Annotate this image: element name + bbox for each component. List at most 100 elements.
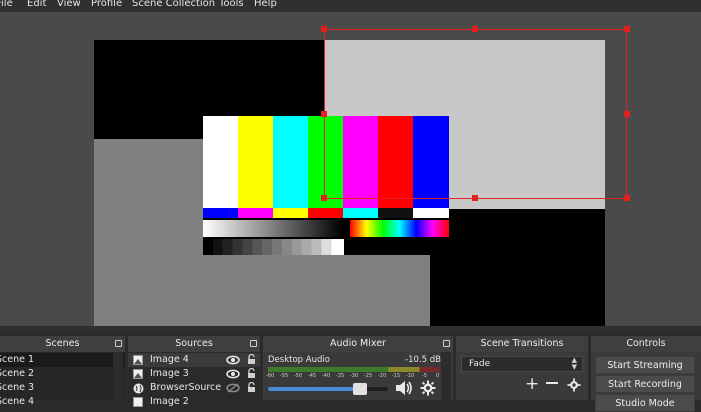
controls-panel: Start Streaming Start Recording Studio M… (591, 352, 701, 412)
resize-handle-top-left[interactable] (321, 26, 327, 32)
volume-slider-handle[interactable] (353, 383, 367, 395)
source-item-label: Image 3 (150, 368, 189, 379)
reverse-bar-white (413, 208, 449, 218)
rainbow-gradient (350, 220, 449, 237)
scale-label: -30 (350, 373, 359, 379)
menu-profile[interactable]: Profile (91, 0, 122, 9)
source-item-label: Image 2 (150, 396, 189, 407)
source-item-label: BrowserSource (150, 382, 222, 393)
scene-item-3[interactable]: Scene 3 (0, 381, 125, 395)
image-icon (133, 369, 143, 379)
source-selection-box[interactable] (324, 29, 627, 199)
transitions-panel: Fade ▲ ▼ + (456, 352, 588, 400)
scene-item-1[interactable]: Scene 1 (0, 353, 125, 367)
resize-handle-middle-right[interactable] (624, 111, 630, 117)
add-icon[interactable]: + (525, 376, 539, 393)
source-item-image-4[interactable]: Image 4 (128, 353, 260, 367)
scene-transitions-dock: Scene Transitions Fade ▲ ▼ + (456, 336, 588, 400)
source-item-image-2[interactable]: Image 2 (128, 395, 260, 409)
volume-slider-fill (268, 387, 360, 391)
scale-label: -50 (294, 373, 303, 379)
audio-mixer-panel: Desktop Audio -10.5 dB -60 -55 -50 -45 -… (263, 352, 453, 400)
reverse-bar-yellow (273, 208, 308, 218)
scenes-list: Scene 1 Scene 2 Scene 3 Scene 4 (0, 352, 125, 407)
scale-label: -55 (280, 373, 289, 379)
menu-edit[interactable]: Edit (27, 0, 46, 9)
resize-handle-bottom-right[interactable] (624, 195, 630, 201)
reverse-bar-cyan (343, 208, 378, 218)
audio-mixer-dock: Audio Mixer Desktop Audio -10.5 dB -60 -… (263, 336, 453, 400)
remove-icon[interactable] (546, 382, 558, 384)
scale-label: -15 (392, 373, 401, 379)
scene-item-4[interactable]: Scene 4 (0, 395, 125, 409)
audio-level-readout: -10.5 dB (405, 355, 441, 365)
reverse-bar-red (308, 208, 343, 218)
dock-float-icon[interactable] (250, 340, 257, 347)
bar-white (203, 116, 238, 208)
scene-transitions-title: Scene Transitions (456, 336, 588, 352)
gray-gradient (203, 220, 343, 237)
image-icon (133, 355, 143, 365)
resize-handle-top-center[interactable] (472, 26, 478, 32)
scale-label: -10 (406, 373, 415, 379)
gear-icon[interactable] (567, 377, 581, 396)
dock-separator (0, 326, 701, 332)
scene-item-label: Scene 2 (0, 368, 35, 379)
reverse-bar-black (378, 208, 413, 218)
transition-selected-value: Fade (469, 359, 491, 369)
scale-label: -45 (308, 373, 317, 379)
scenes-dock: Scenes Scene 1 Scene 2 Scene 3 Scene 4 (0, 336, 125, 407)
source-item-image-3[interactable]: Image 3 (128, 367, 260, 381)
audio-mixer-scrollbar[interactable] (441, 352, 451, 400)
scene-item-label: Scene 1 (0, 354, 35, 365)
resize-handle-bottom-left[interactable] (321, 195, 327, 201)
reverse-bar-blue (203, 208, 238, 218)
scenes-scrollbar[interactable] (113, 352, 123, 400)
menu-help[interactable]: Help (254, 0, 277, 9)
transition-select[interactable]: Fade ▲ ▼ (461, 356, 583, 372)
dock-float-icon[interactable] (443, 340, 450, 347)
audio-channel-name: Desktop Audio (268, 355, 330, 365)
image-icon (133, 397, 143, 407)
start-streaming-button[interactable]: Start Streaming (595, 356, 695, 374)
menu-file[interactable]: File (0, 0, 13, 9)
resize-handle-top-right[interactable] (624, 26, 630, 32)
speaker-icon[interactable] (395, 380, 413, 400)
menu-view[interactable]: View (57, 0, 81, 9)
menu-tools[interactable]: Tools (219, 0, 244, 9)
controls-title: Controls (591, 336, 701, 352)
scene-item-2[interactable]: Scene 2 (0, 367, 125, 381)
scenes-title: Scenes (0, 336, 125, 352)
sources-title: Sources (128, 336, 260, 352)
scale-label: -60 (266, 373, 275, 379)
sources-list: Image 4 Image 3 BrowserSource Image 2 (128, 352, 260, 407)
source-item-browsersource[interactable]: BrowserSource (128, 381, 260, 395)
source-item-label: Image 4 (150, 354, 189, 365)
menu-scene-collection[interactable]: Scene Collection (132, 0, 215, 9)
menu-bar: File Edit View Profile Scene Collection … (0, 0, 701, 12)
volume-slider-track[interactable] (268, 383, 388, 395)
dock-float-icon[interactable] (115, 340, 122, 347)
controls-dock: Controls Start Streaming Start Recording… (591, 336, 701, 412)
scale-label: -25 (364, 373, 373, 379)
audio-mixer-title: Audio Mixer (263, 336, 453, 352)
meter-scale: -60 -55 -50 -45 -40 -35 -30 -25 -20 -15 … (266, 373, 442, 382)
scale-label: -35 (336, 373, 345, 379)
scale-label: 0 (436, 373, 440, 379)
chevron-updown-icon: ▲ ▼ (571, 356, 577, 371)
resize-handle-bottom-center[interactable] (472, 195, 478, 201)
start-recording-button[interactable]: Start Recording (595, 375, 695, 393)
scene-item-label: Scene 3 (0, 382, 35, 393)
studio-mode-button[interactable]: Studio Mode (595, 394, 695, 412)
scale-label: -5 (422, 373, 427, 379)
preview-area[interactable] (0, 12, 701, 327)
sources-dock: Sources Image 4 Image 3 BrowserSource Im… (128, 336, 260, 407)
bar-yellow (238, 116, 273, 208)
scale-label: -20 (378, 373, 387, 379)
reverse-bar-magenta (238, 208, 273, 218)
gear-icon[interactable] (420, 380, 436, 400)
gray-steps (203, 239, 344, 255)
resize-handle-middle-left[interactable] (321, 111, 327, 117)
scene-item-label: Scene 4 (0, 396, 35, 407)
volume-meter (268, 367, 440, 372)
